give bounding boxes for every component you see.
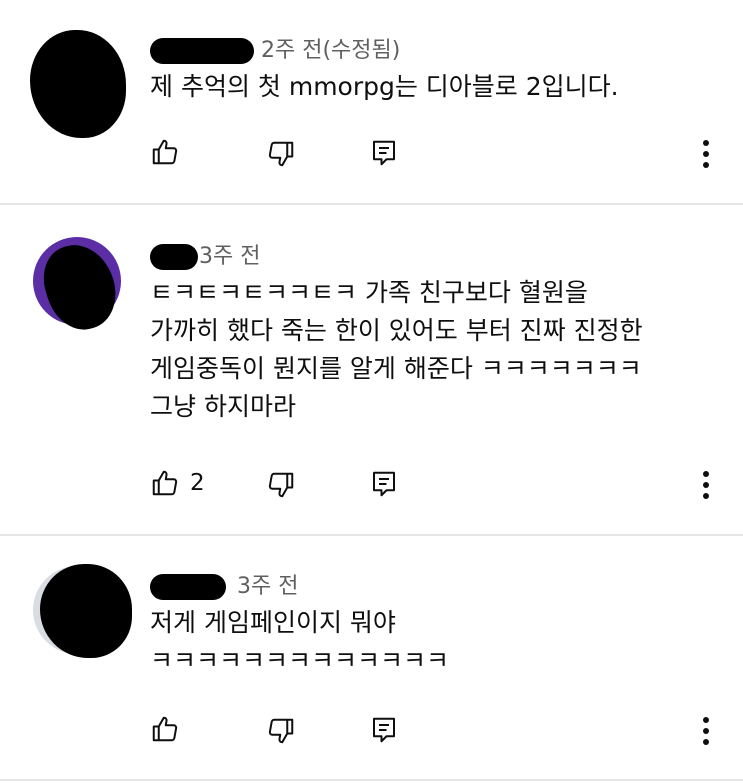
divider: [0, 534, 743, 536]
comment-line: ㅌㅋㅌㅋㅌㅋㅋㅌㅋ 가족 친구보다 혈원을: [150, 278, 588, 307]
more-options-button[interactable]: [694, 714, 718, 750]
comment-actions: [0, 133, 743, 173]
redaction: [40, 564, 132, 658]
comment-time: 3주 전: [199, 244, 261, 269]
author-redacted: [150, 244, 198, 270]
more-vert-icon: [703, 471, 709, 477]
author-redacted: [150, 38, 254, 64]
comment-line: 그냥 하지마라: [150, 392, 296, 421]
dislike-button[interactable]: [266, 716, 296, 746]
author-redacted: [150, 574, 226, 600]
reply-icon: [373, 717, 395, 743]
thumbs-up-icon: [152, 716, 178, 742]
more-options-button[interactable]: [694, 137, 718, 173]
divider: [0, 203, 743, 205]
comment-meta: 2주 전(수정됨): [150, 32, 400, 64]
comment-meta: 3주 전: [150, 568, 298, 600]
divider: [0, 779, 743, 781]
comment-actions: [0, 710, 743, 750]
comment-line: 저게 게임페인이지 뭐야: [150, 608, 396, 637]
comment-line: 가까히 했다 죽는 한이 있어도 부터 진짜 진정한: [150, 316, 643, 345]
thumbs-up-icon: [152, 470, 178, 496]
dislike-button[interactable]: [266, 470, 296, 500]
comment-time: 3주 전: [237, 574, 299, 599]
comment-meta: 3주 전: [150, 238, 260, 270]
thumbs-up-icon: [152, 139, 178, 165]
more-vert-icon: [703, 140, 709, 146]
comment-line: 게임중독이 뭔지를 알게 해준다 ㅋㅋㅋㅋㅋㅋㅋ: [150, 354, 642, 383]
comment-line: 제 추억의 첫 mmorpg는 디아블로 2입니다.: [150, 72, 619, 101]
reply-button[interactable]: [370, 469, 398, 499]
reply-button[interactable]: [370, 715, 398, 745]
comment-text: 제 추억의 첫 mmorpg는 디아블로 2입니다.: [150, 68, 619, 106]
dislike-button[interactable]: [266, 139, 296, 169]
more-vert-icon: [703, 717, 709, 723]
redaction: [30, 30, 126, 138]
reply-icon: [373, 471, 395, 497]
comment-time: 2주 전(수정됨): [261, 38, 401, 63]
reply-button[interactable]: [370, 138, 398, 168]
thumbs-down-icon: [268, 141, 294, 167]
like-button[interactable]: [150, 137, 180, 167]
comment-text: 저게 게임페인이지 뭐야 ㅋㅋㅋㅋㅋㅋㅋㅋㅋㅋㅋㅋㅋ: [150, 604, 449, 680]
like-button[interactable]: [150, 714, 180, 744]
like-button[interactable]: 2: [150, 468, 205, 498]
comment-line: ㅋㅋㅋㅋㅋㅋㅋㅋㅋㅋㅋㅋㅋ: [150, 646, 450, 675]
more-options-button[interactable]: [694, 468, 718, 504]
thumbs-down-icon: [268, 472, 294, 498]
reply-icon: [373, 140, 395, 166]
comment-actions: 2: [0, 464, 743, 504]
like-count: 2: [190, 470, 205, 496]
thumbs-down-icon: [268, 718, 294, 744]
comment-text: ㅌㅋㅌㅋㅌㅋㅋㅌㅋ 가족 친구보다 혈원을 가까히 했다 죽는 한이 있어도 부…: [150, 274, 643, 426]
